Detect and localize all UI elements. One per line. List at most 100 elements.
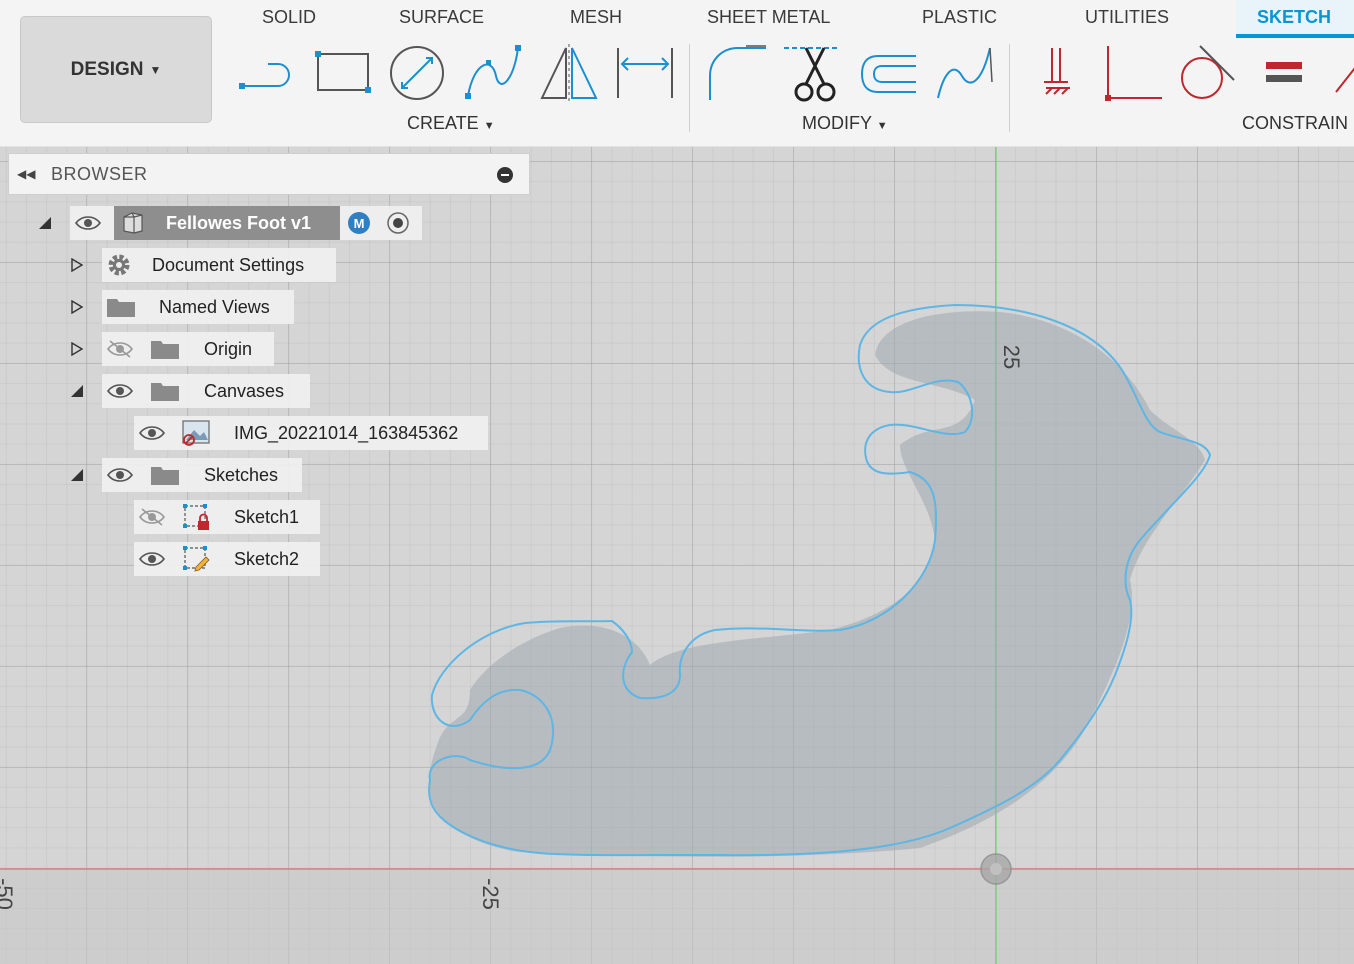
folder-icon <box>151 341 179 359</box>
parallel-icon <box>1335 67 1354 93</box>
browser-item-canvases[interactable]: Canvases <box>102 374 310 408</box>
browser-title: BROWSER <box>51 163 148 184</box>
spline-icon <box>465 45 521 99</box>
extend-tool-button[interactable] <box>934 42 996 104</box>
browser-item-origin[interactable]: Origin <box>102 332 274 366</box>
browser-item-label: Origin <box>204 338 253 359</box>
browser-item-sketch2[interactable]: Sketch2 <box>134 542 320 576</box>
axis-label-y-25: 25 <box>999 344 1025 370</box>
line-icon <box>239 63 290 89</box>
workspace-switcher-button[interactable]: DESIGN ▼ <box>20 16 212 123</box>
hidden-eye-icon[interactable] <box>106 339 134 359</box>
browser-item-sketch1[interactable]: Sketch1 <box>134 500 320 534</box>
visibility-eye-icon[interactable] <box>106 381 134 401</box>
sketch-locked-icon <box>183 504 209 530</box>
create-menu-label: CREATE <box>407 113 479 133</box>
tangent-icon <box>1181 45 1235 99</box>
coincident-icon <box>1105 46 1162 101</box>
tangent-constraint-button[interactable] <box>1176 42 1238 104</box>
expanded-triangle-icon[interactable] <box>38 216 52 230</box>
fillet-icon <box>709 45 766 100</box>
browser-item-named-views[interactable]: Named Views <box>102 290 294 324</box>
collapsed-triangle-icon[interactable] <box>70 342 84 356</box>
browser-item-label: Document Settings <box>152 254 305 275</box>
canvas-image-shape <box>429 311 1205 857</box>
equal-constraint-button[interactable] <box>1254 42 1316 104</box>
browser-item-label: Sketch1 <box>234 506 300 527</box>
chevron-down-icon: ▼ <box>149 62 162 77</box>
rectangle-icon <box>315 51 371 93</box>
modify-menu-label: MODIFY <box>802 113 872 133</box>
tab-mesh[interactable]: MESH <box>570 7 622 33</box>
dimension-icon <box>617 48 673 98</box>
sketch-edit-icon <box>183 546 210 572</box>
visibility-eye-icon[interactable] <box>74 213 102 233</box>
visibility-eye-icon[interactable] <box>138 549 166 569</box>
line-tool-button[interactable] <box>238 42 300 104</box>
chevron-down-icon: ▼ <box>483 120 495 132</box>
mirror-icon <box>540 44 598 102</box>
axis-label-x-minus-25: -25 <box>477 878 503 910</box>
coincident-constraint-button[interactable] <box>1102 42 1164 104</box>
tab-sheet-metal[interactable]: SHEET METAL <box>707 7 830 33</box>
expanded-triangle-icon[interactable] <box>70 384 84 398</box>
extend-icon <box>937 47 993 99</box>
folder-icon <box>151 467 179 485</box>
browser-root-row[interactable]: Fellowes Foot v1 M <box>70 206 422 240</box>
offset-icon <box>860 55 916 93</box>
activate-radio-icon[interactable] <box>386 211 410 235</box>
parallel-constraint-button[interactable] <box>1326 42 1354 104</box>
browser-item-sketches[interactable]: Sketches <box>102 458 302 492</box>
browser-item-label: Named Views <box>159 296 270 317</box>
circle-tool-button[interactable] <box>386 42 448 104</box>
tab-surface[interactable]: SURFACE <box>399 7 484 33</box>
minimize-panel-icon[interactable] <box>497 167 513 183</box>
fillet-tool-button[interactable] <box>706 42 768 104</box>
modified-badge-icon[interactable]: M <box>348 212 370 234</box>
tab-utilities[interactable]: UTILITIES <box>1085 7 1169 33</box>
trim-icon <box>784 47 840 102</box>
constraints-menu-button[interactable]: CONSTRAIN <box>1242 113 1348 134</box>
browser-item-label: Canvases <box>204 380 285 401</box>
modify-menu-button[interactable]: MODIFY ▼ <box>802 113 888 134</box>
dimension-tool-button[interactable] <box>614 42 676 104</box>
equal-icon <box>1266 62 1302 82</box>
workspace-label: DESIGN <box>70 58 144 80</box>
fix-constraint-button[interactable] <box>1028 42 1090 104</box>
mirror-tool-button[interactable] <box>538 42 600 104</box>
tab-plastic[interactable]: PLASTIC <box>922 7 997 33</box>
browser-item-canvas-image[interactable]: IMG_20221014_163845362 <box>134 416 488 450</box>
create-menu-button[interactable]: CREATE ▼ <box>407 113 495 134</box>
trim-tool-button[interactable] <box>784 42 846 104</box>
folder-icon <box>151 383 179 401</box>
collapsed-triangle-icon[interactable] <box>70 300 84 314</box>
canvas-image-icon <box>182 420 210 446</box>
axis-label-x-minus-50: -50 <box>0 878 17 910</box>
gear-icon <box>108 254 130 276</box>
origin-point-center <box>990 863 1002 875</box>
fix-icon <box>1044 48 1070 95</box>
component-name-highlight: Fellowes Foot v1 <box>114 206 340 240</box>
expanded-triangle-icon[interactable] <box>70 468 84 482</box>
browser-item-document-settings[interactable]: Document Settings <box>102 248 336 282</box>
browser-panel-header: ◀◀ BROWSER <box>8 153 530 195</box>
circle-icon <box>390 46 444 100</box>
tab-sketch[interactable]: SKETCH <box>1257 7 1331 33</box>
toolbar: DESIGN ▼ SOLID SURFACE MESH SHEET METAL … <box>0 0 1354 147</box>
visibility-eye-icon[interactable] <box>106 465 134 485</box>
component-icon <box>123 212 143 234</box>
collapsed-triangle-icon[interactable] <box>70 258 84 272</box>
visibility-eye-icon[interactable] <box>138 423 166 443</box>
active-tab-indicator <box>1236 34 1354 38</box>
spline-tool-button[interactable] <box>462 42 524 104</box>
component-name: Fellowes Foot v1 <box>166 212 312 233</box>
rectangle-tool-button[interactable] <box>312 42 374 104</box>
offset-tool-button[interactable] <box>858 42 920 104</box>
chevron-down-icon: ▼ <box>876 120 888 132</box>
toolbar-separator <box>1009 44 1010 132</box>
browser-item-label: IMG_20221014_163845362 <box>234 422 459 443</box>
browser-item-label: Sketch2 <box>234 548 300 569</box>
hidden-eye-icon[interactable] <box>138 507 166 527</box>
collapse-panel-icon[interactable]: ◀◀ <box>17 167 41 181</box>
tab-solid[interactable]: SOLID <box>262 7 316 33</box>
